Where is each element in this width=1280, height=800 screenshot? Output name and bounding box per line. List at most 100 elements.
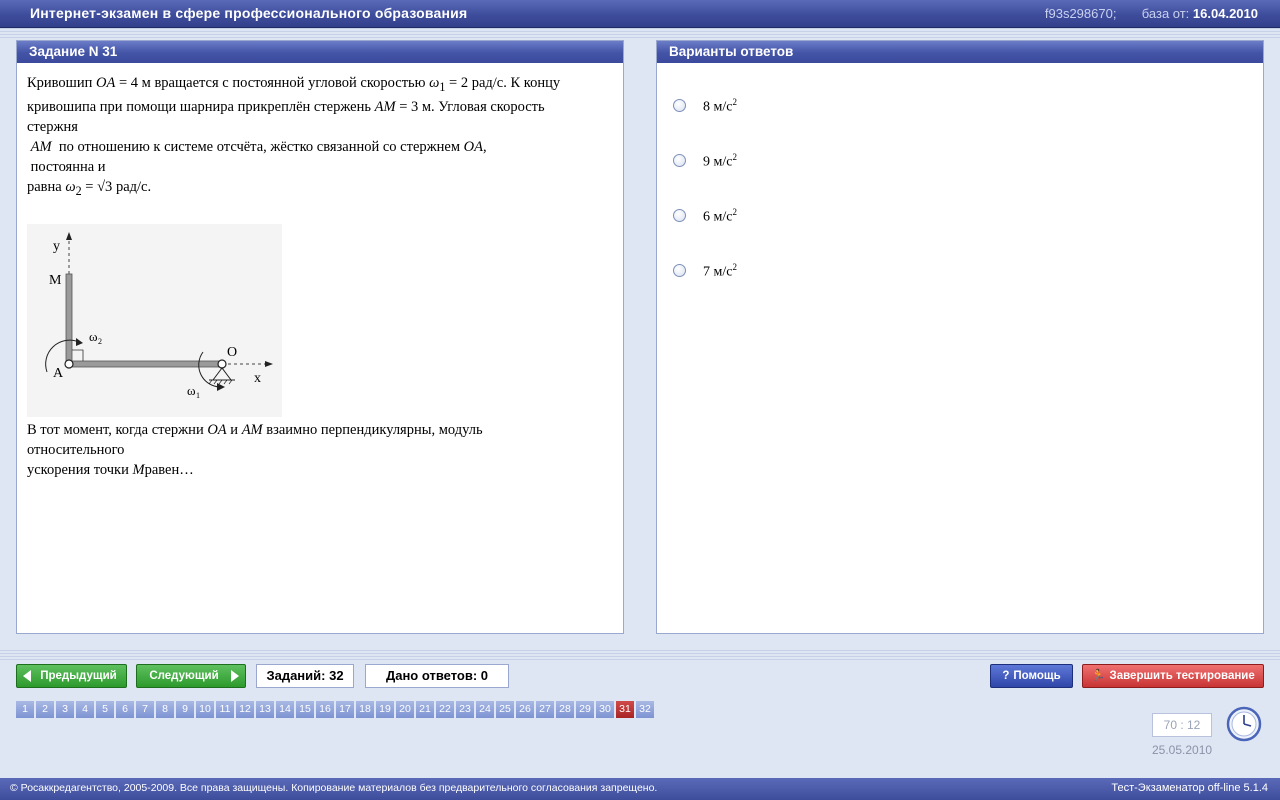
radio-button[interactable] (673, 264, 686, 277)
page-button-31[interactable]: 31 (616, 701, 634, 718)
finish-label: Завершить тестирование (1109, 670, 1255, 682)
answer-value: 8 (703, 99, 710, 115)
page-button-26[interactable]: 26 (516, 701, 534, 718)
text-fragment: = 4 м вращается с постоянной угловой ско… (118, 75, 426, 91)
text-fragment: стержня (27, 118, 78, 135)
text-fragment: постоянна и (30, 158, 106, 175)
page-button-23[interactable]: 23 (456, 701, 474, 718)
text-fragment: относительного (27, 442, 125, 458)
answer-unit: м/с (713, 99, 733, 115)
radio-button[interactable] (673, 99, 686, 112)
page-button-6[interactable]: 6 (116, 701, 134, 718)
answer-label: 8 м/с2 (703, 97, 737, 116)
page-button-12[interactable]: 12 (236, 701, 254, 718)
page-button-20[interactable]: 20 (396, 701, 414, 718)
answer-label: 6 м/с2 (703, 207, 737, 226)
page-button-30[interactable]: 30 (596, 701, 614, 718)
question-heading: Задание N 31 (17, 41, 623, 63)
page-button-25[interactable]: 25 (496, 701, 514, 718)
page-button-14[interactable]: 14 (276, 701, 294, 718)
math-omega1: ω (429, 75, 440, 91)
page-button-21[interactable]: 21 (416, 701, 434, 718)
math-OA: OA (463, 138, 484, 155)
page-button-27[interactable]: 27 (536, 701, 554, 718)
page-button-10[interactable]: 10 (196, 701, 214, 718)
page-button-2[interactable]: 2 (36, 701, 54, 718)
answers-heading: Варианты ответов (657, 41, 1263, 63)
radio-button[interactable] (673, 209, 686, 222)
question-panel: Задание N 31 Кривошип OA = 4 м вращается… (16, 40, 624, 634)
mechanism-diagram: y M A O x ω 2 ω 1 (45, 232, 273, 400)
text-fragment: взаимно перпендикулярны, модуль (266, 422, 483, 438)
answer-label: 9 м/с2 (703, 152, 737, 171)
answer-exp: 2 (732, 262, 737, 272)
answer-label: 7 м/с2 (703, 262, 737, 281)
text-fragment: по отношению к системе отсчёта, жёстко с… (58, 138, 461, 155)
test-date: 25.05.2010 (1152, 743, 1213, 757)
math-sub: 2 (75, 183, 82, 198)
page-button-5[interactable]: 5 (96, 701, 114, 718)
answer-unit: м/с (713, 264, 733, 280)
app-title: Интернет-экзамен в сфере профессионально… (30, 5, 468, 21)
previous-button[interactable]: Предыдущий (16, 664, 127, 688)
next-label: Следующий (149, 670, 219, 682)
page-button-9[interactable]: 9 (176, 701, 194, 718)
page-button-19[interactable]: 19 (376, 701, 394, 718)
page-button-22[interactable]: 22 (436, 701, 454, 718)
label-A: A (53, 366, 64, 381)
page-button-4[interactable]: 4 (76, 701, 94, 718)
math-AM: AM (374, 98, 396, 115)
page-button-17[interactable]: 17 (336, 701, 354, 718)
answer-exp: 2 (732, 207, 737, 217)
radio-button[interactable] (673, 154, 686, 167)
label-omega2: ω (89, 329, 98, 344)
math-OA: OA (96, 75, 116, 91)
math-AM: AM (241, 422, 263, 438)
page-button-11[interactable]: 11 (216, 701, 234, 718)
text-fragment: равна (27, 178, 62, 195)
page-button-3[interactable]: 3 (56, 701, 74, 718)
math-omega2: ω (65, 178, 76, 195)
text-fragment: = 2 рад/с. К концу (449, 75, 561, 91)
running-man-icon: 🏃 (1091, 670, 1106, 682)
answer-unit: м/с (713, 154, 733, 170)
text-fragment: равен… (144, 462, 194, 478)
previous-label: Предыдущий (40, 670, 117, 682)
page-button-18[interactable]: 18 (356, 701, 374, 718)
label-O: O (227, 345, 237, 360)
page-button-7[interactable]: 7 (136, 701, 154, 718)
text-fragment: = (85, 178, 94, 195)
header-stripes (0, 28, 1280, 38)
help-button[interactable]: ? Помощь (990, 664, 1073, 688)
page-button-24[interactable]: 24 (476, 701, 494, 718)
math-M: M (132, 462, 145, 478)
mechanism-figure: y M A O x ω 2 ω 1 (27, 224, 282, 417)
label-omega1-sub: 1 (196, 391, 200, 400)
text-fragment: кривошипа при помощи шарнира прикреплён … (27, 98, 371, 115)
question-icon: ? (1002, 670, 1010, 682)
page-button-29[interactable]: 29 (576, 701, 594, 718)
text-fragment: Кривошип (27, 75, 93, 91)
page-button-13[interactable]: 13 (256, 701, 274, 718)
label-omega1: ω (187, 383, 196, 398)
footer-bar: © Росаккредагентство, 2005-2009. Все пра… (0, 778, 1280, 800)
answer-exp: 2 (732, 152, 737, 162)
db-date: 16.04.2010 (1192, 6, 1258, 21)
finish-test-button[interactable]: 🏃 Завершить тестирование (1082, 664, 1264, 688)
db-info: f93s298670; база от: 16.04.2010 (1045, 6, 1258, 21)
arrow-right-icon (231, 670, 239, 682)
page-button-15[interactable]: 15 (296, 701, 314, 718)
text-fragment: и (230, 422, 239, 438)
question-text: Кривошип OA = 4 м вращается с постоянной… (27, 73, 617, 201)
text-fragment: = 3 м. Угловая скорость (399, 98, 545, 115)
page-button-8[interactable]: 8 (156, 701, 174, 718)
title-bar: Интернет-экзамен в сфере профессионально… (0, 0, 1280, 28)
page-button-16[interactable]: 16 (316, 701, 334, 718)
next-button[interactable]: Следующий (136, 664, 246, 688)
page-button-28[interactable]: 28 (556, 701, 574, 718)
page-button-1[interactable]: 1 (16, 701, 34, 718)
label-M: M (49, 273, 62, 288)
question-text-continued: В тот момент, когда стержни OA и AM взаи… (27, 420, 617, 480)
page-button-32[interactable]: 32 (636, 701, 654, 718)
version-text: Тест-Экзаменатор off-line 5.1.4 (1111, 782, 1268, 794)
